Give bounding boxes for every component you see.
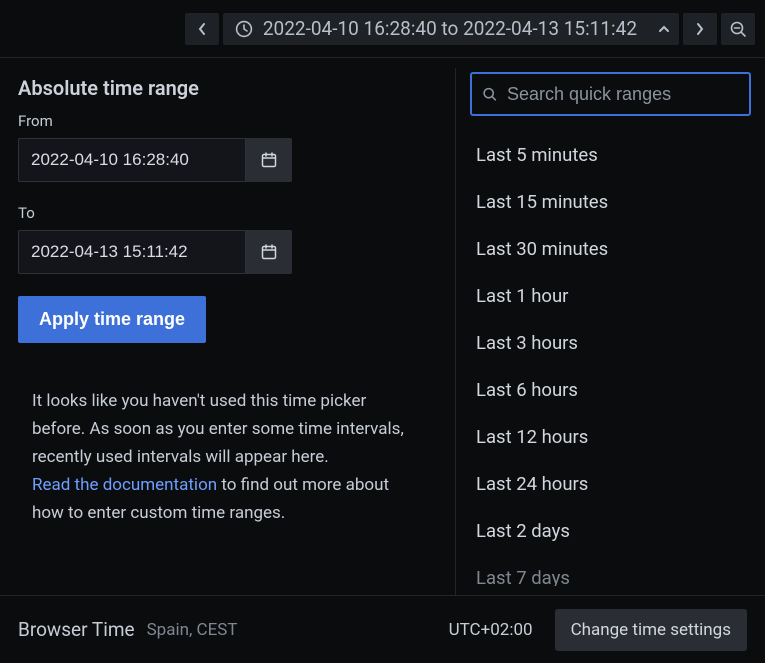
quick-range-item[interactable]: Last 15 minutes <box>470 183 751 221</box>
to-label: To <box>18 204 437 222</box>
browser-time-label: Browser Time <box>18 618 135 641</box>
time-range-text: 2022-04-10 16:28:40 to 2022-04-13 15:11:… <box>263 17 637 40</box>
search-quick-ranges-input[interactable] <box>507 84 739 105</box>
quick-ranges-panel: Last 5 minutes Last 15 minutes Last 30 m… <box>456 58 765 595</box>
absolute-time-range-panel: Absolute time range From To Apply time r… <box>0 58 455 595</box>
from-input[interactable] <box>18 138 246 182</box>
to-input[interactable] <box>18 230 246 274</box>
time-range-collapse-button[interactable] <box>649 13 679 45</box>
help-text: It looks like you haven't used this time… <box>18 387 437 527</box>
calendar-icon <box>260 151 278 169</box>
quick-range-item[interactable]: Last 24 hours <box>470 465 751 503</box>
zoom-out-button[interactable] <box>721 13 755 45</box>
time-range-display-button[interactable]: 2022-04-10 16:28:40 to 2022-04-13 15:11:… <box>223 13 649 45</box>
quick-range-item[interactable]: Last 7 days <box>470 559 751 586</box>
to-calendar-button[interactable] <box>246 230 292 274</box>
search-quick-ranges-wrapper[interactable] <box>470 72 751 116</box>
quick-range-item[interactable]: Last 3 hours <box>470 324 751 362</box>
quick-range-item[interactable]: Last 2 days <box>470 512 751 550</box>
quick-range-item[interactable]: Last 30 minutes <box>470 230 751 268</box>
chevron-right-icon <box>695 22 705 36</box>
footer: Browser Time Spain, CEST UTC+02:00 Chang… <box>0 595 765 663</box>
apply-time-range-button[interactable]: Apply time range <box>18 296 206 343</box>
chevron-left-icon <box>197 22 207 36</box>
zoom-out-icon <box>729 20 747 38</box>
clock-icon <box>235 20 253 38</box>
toolbar: 2022-04-10 16:28:40 to 2022-04-13 15:11:… <box>0 0 765 58</box>
chevron-up-icon <box>658 24 670 34</box>
quick-ranges-list: Last 5 minutes Last 15 minutes Last 30 m… <box>470 136 751 586</box>
quick-range-item[interactable]: Last 1 hour <box>470 277 751 315</box>
read-documentation-link[interactable]: Read the documentation <box>32 475 217 495</box>
change-time-settings-button[interactable]: Change time settings <box>555 609 747 651</box>
browser-locale: Spain, CEST <box>147 620 238 640</box>
nav-prev-button[interactable] <box>185 13 219 45</box>
search-icon <box>482 85 497 103</box>
help-text-line1: It looks like you haven't used this time… <box>32 391 404 467</box>
quick-range-item[interactable]: Last 6 hours <box>470 371 751 409</box>
quick-range-item[interactable]: Last 12 hours <box>470 418 751 456</box>
absolute-range-title: Absolute time range <box>18 76 437 100</box>
quick-range-item[interactable]: Last 5 minutes <box>470 136 751 174</box>
from-calendar-button[interactable] <box>246 138 292 182</box>
nav-next-button[interactable] <box>683 13 717 45</box>
from-label: From <box>18 112 437 130</box>
calendar-icon <box>260 243 278 261</box>
utc-offset-label: UTC+02:00 <box>439 611 543 649</box>
